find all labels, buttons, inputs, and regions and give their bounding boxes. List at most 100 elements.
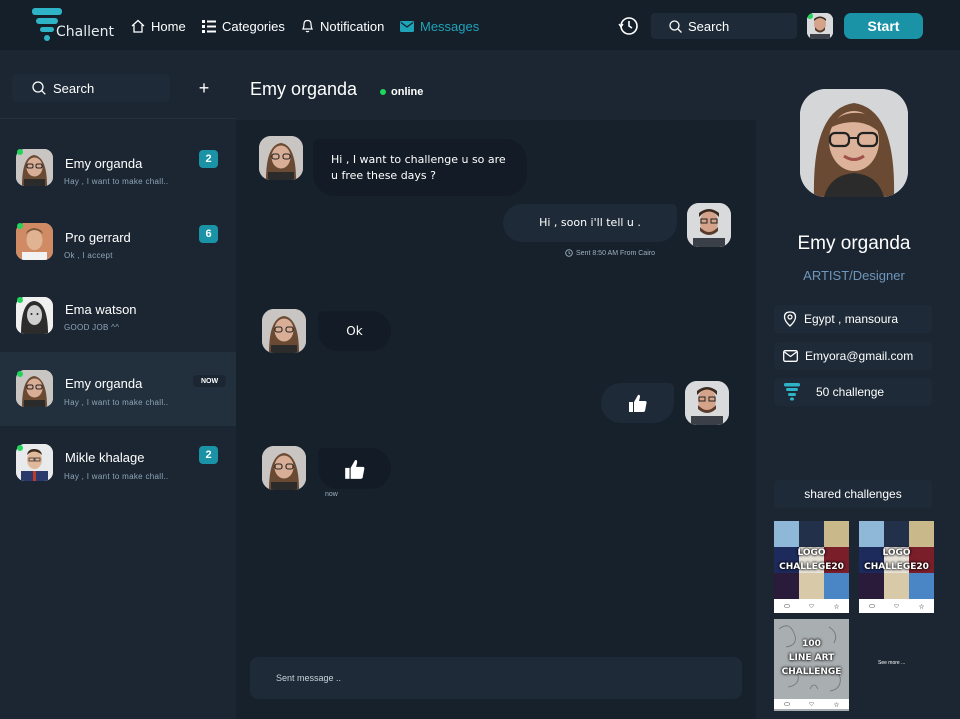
thumbnail-stats — [859, 601, 934, 611]
conversation-item[interactable]: Pro gerrard Ok , I accept 6 — [0, 199, 236, 273]
chat-status: online — [391, 86, 424, 98]
nav-categories-label: Categories — [222, 18, 285, 34]
thumbnail-title: LOGO CHALLEGE20 — [859, 546, 934, 574]
nav-categories[interactable]: Categories — [202, 17, 285, 35]
mail-icon — [400, 20, 414, 32]
contact-preview: Ok , I accept — [64, 251, 113, 260]
history-icon[interactable] — [618, 15, 640, 37]
eye-icon — [783, 604, 790, 608]
shared-challenges-title: shared challenges — [774, 480, 932, 508]
thumbnail-title-line: CHALLEGE20 — [864, 562, 929, 572]
online-indicator — [17, 445, 23, 451]
sent-info: Sent 8:50 AM From Cairo — [565, 249, 655, 257]
nav-messages-label: Messages — [420, 18, 480, 34]
heart-icon — [809, 702, 815, 706]
sender-avatar — [262, 309, 306, 353]
avatar-man-icon — [687, 203, 731, 247]
conversation-search-placeholder: Search — [53, 80, 95, 96]
avatar-woman-icon — [259, 136, 303, 180]
online-indicator — [17, 371, 23, 377]
message-input[interactable]: Sent message .. — [250, 657, 742, 699]
contact-name: Emy organda — [65, 376, 143, 391]
start-button[interactable]: Start — [844, 13, 923, 39]
shared-challenge-thumbnail[interactable]: LOGO CHALLEGE20 — [774, 521, 849, 613]
avatar-woman-icon — [262, 446, 306, 490]
avatar-man-icon — [685, 381, 729, 425]
heart-icon — [894, 604, 900, 608]
profile-photo — [800, 89, 908, 197]
online-indicator — [17, 297, 23, 303]
conversation-list-panel: Search + Emy organda Hay , I want to mak… — [0, 50, 236, 719]
thumbnail-title-line: 100 — [802, 639, 821, 649]
contact-name: Pro gerrard — [65, 230, 131, 245]
contact-preview: Hay , I want to make chall.. — [64, 177, 169, 186]
chat-contact-name: Emy organda — [250, 79, 358, 99]
incoming-message-bubble: Ok — [318, 311, 391, 351]
profile-challenges: 50 challenge — [774, 378, 932, 406]
message-text: Hi , I want to challenge u so are — [331, 152, 506, 166]
profile-email-text: Emyora@gmail.com — [805, 349, 914, 363]
message-thread — [236, 120, 756, 719]
star-icon — [834, 701, 840, 707]
clock-icon — [565, 249, 573, 257]
shared-challenge-thumbnail[interactable]: LOGO CHALLEGE20 — [859, 521, 934, 613]
location-pin-icon — [783, 311, 797, 327]
incoming-message-bubble — [318, 448, 391, 489]
profile-email: Emyora@gmail.com — [774, 342, 932, 370]
unread-badge: 2 — [199, 446, 218, 464]
online-indicator — [17, 223, 23, 229]
profile-role: ARTIST/Designer — [803, 268, 905, 283]
user-avatar[interactable] — [807, 13, 833, 39]
new-conversation-button[interactable]: + — [190, 74, 218, 102]
contact-preview: Hay , I want to make chall.. — [64, 398, 169, 407]
message-text: Hi , soon i'll tell u . — [539, 216, 641, 229]
top-search-placeholder: Search — [688, 18, 730, 34]
thumbnail-title-line: CHALLEGE20 — [779, 562, 844, 572]
nav-home[interactable]: Home — [131, 17, 186, 35]
top-navbar: Challent Home Categories Notification Me… — [0, 0, 960, 50]
avatar-woman-icon — [262, 309, 306, 353]
my-avatar — [687, 203, 731, 247]
sent-info-text: Sent 8:50 AM From Cairo — [576, 249, 655, 257]
message-input-placeholder: Sent message .. — [276, 673, 342, 683]
conversation-item[interactable]: Mikle khalage Hay , I want to make chall… — [0, 425, 236, 499]
challent-logo[interactable]: Challent — [32, 8, 114, 44]
contact-name: Mikle khalage — [65, 450, 145, 465]
see-more-link[interactable]: See more ... — [878, 660, 905, 666]
logo-text: Challent — [56, 24, 114, 40]
star-icon — [834, 603, 840, 609]
shared-challenge-thumbnail[interactable]: 100 LINE ART CHALLENGE — [774, 619, 849, 711]
thumbnail-title-line: LINE ART — [788, 653, 835, 663]
now-badge: NOW — [193, 375, 226, 387]
mail-icon — [783, 350, 798, 362]
profile-challenges-text: 50 challenge — [816, 385, 885, 399]
conversation-item[interactable]: Emy organda Hay , I want to make chall..… — [0, 125, 236, 199]
list-icon — [202, 19, 216, 33]
conversation-search-input[interactable]: Search — [12, 74, 170, 102]
unread-badge: 2 — [199, 150, 218, 168]
heart-icon — [809, 604, 815, 608]
incoming-message-bubble: Hi , I want to challenge u so are u free… — [313, 139, 527, 196]
thumbnail-title-line: CHALLENGE — [781, 667, 842, 677]
thumbnail-title: LOGO CHALLEGE20 — [774, 546, 849, 574]
message-timestamp: now — [325, 491, 338, 498]
contact-preview: Hay , I want to make chall.. — [64, 472, 169, 481]
profile-location-text: Egypt , mansoura — [804, 312, 899, 326]
thumbs-up-icon — [628, 394, 647, 412]
nav-notification[interactable]: Notification — [301, 17, 384, 35]
thumbnail-stats — [774, 699, 849, 709]
thumbs-up-icon — [344, 459, 364, 479]
outgoing-message-bubble — [601, 383, 674, 423]
thumbnail-title-line: LOGO — [797, 548, 826, 558]
nav-messages[interactable]: Messages — [400, 17, 479, 35]
online-indicator — [380, 89, 386, 95]
top-search-input[interactable]: Search — [651, 13, 797, 39]
sender-avatar — [259, 136, 303, 180]
unread-badge: 6 — [199, 225, 218, 243]
conversation-item-selected[interactable]: Emy organda Hay , I want to make chall..… — [0, 352, 236, 426]
conversation-item[interactable]: Ema watson GOOD JOB ^^ — [0, 273, 236, 347]
thumbnail-title: 100 LINE ART CHALLENGE — [774, 637, 849, 679]
message-text: u free these days ? — [331, 168, 436, 182]
search-icon — [32, 81, 46, 95]
contact-name: Emy organda — [65, 156, 143, 171]
